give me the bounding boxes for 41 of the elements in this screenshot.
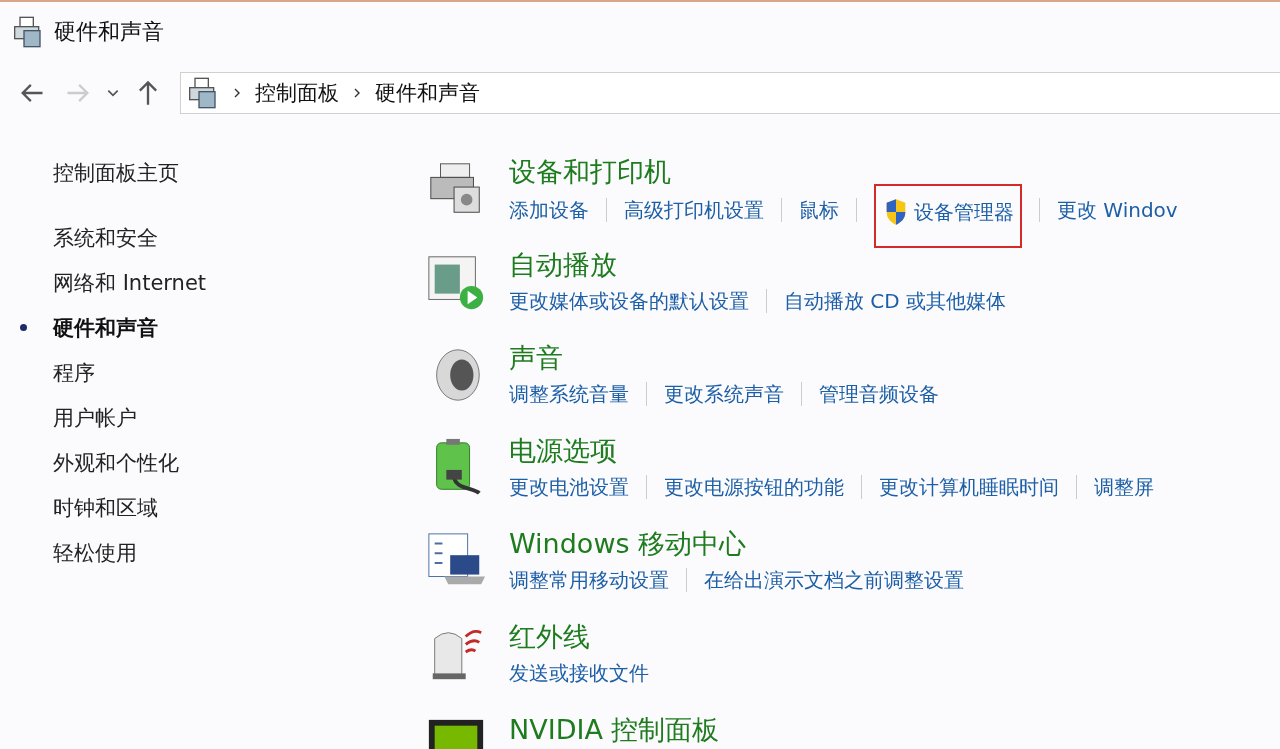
category-title[interactable]: Windows 移动中心: [509, 526, 964, 562]
category-link[interactable]: 更改媒体或设备的默认设置: [509, 285, 749, 317]
category-link[interactable]: 调整屏: [1094, 471, 1154, 503]
category-link[interactable]: 设备管理器: [914, 196, 1014, 228]
category-link[interactable]: 管理音频设备: [819, 378, 939, 410]
category-title[interactable]: 设备和打印机: [509, 154, 1178, 190]
sidebar-item[interactable]: 轻松使用: [53, 538, 137, 567]
category-link[interactable]: 鼠标: [799, 194, 839, 226]
sidebar-item[interactable]: 网络和 Internet: [53, 268, 207, 297]
category-link[interactable]: 调整系统音量: [509, 378, 629, 410]
sidebar-item[interactable]: 硬件和声音: [53, 313, 158, 342]
category-title[interactable]: 自动播放: [509, 247, 1007, 283]
category-link[interactable]: 在给出演示文档之前调整设置: [704, 564, 964, 596]
category-link[interactable]: 调整常用移动设置: [509, 564, 669, 596]
category-link[interactable]: 高级打印机设置: [624, 194, 764, 226]
category-link[interactable]: 发送或接收文件: [509, 657, 649, 689]
sidebar-item[interactable]: 程序: [53, 358, 95, 387]
category-link[interactable]: 更改电池设置: [509, 471, 629, 503]
breadcrumb-item[interactable]: 控制面板: [255, 79, 339, 107]
category-link[interactable]: 更改系统声音: [664, 378, 784, 410]
category-link[interactable]: 更改计算机睡眠时间: [879, 471, 1059, 503]
address-bar[interactable]: 控制面板 硬件和声音: [180, 72, 1280, 114]
sidebar-item[interactable]: 外观和个性化: [53, 448, 179, 477]
sidebar-item[interactable]: 系统和安全: [53, 223, 158, 252]
chevron-right-icon: [353, 87, 361, 99]
category-title[interactable]: 声音: [509, 340, 939, 376]
sidebar-item[interactable]: 时钟和区域: [53, 493, 158, 522]
window-title: 硬件和声音: [54, 18, 164, 46]
category-title[interactable]: NVIDIA 控制面板: [509, 712, 720, 748]
control-panel-icon: [187, 77, 219, 109]
sidebar-item[interactable]: 用户帐户: [53, 403, 137, 432]
category-title[interactable]: 电源选项: [509, 433, 1154, 469]
category-link[interactable]: 自动播放 CD 或其他媒体: [784, 285, 1007, 317]
category-title[interactable]: 红外线: [509, 619, 649, 655]
breadcrumb-item[interactable]: 硬件和声音: [375, 79, 480, 107]
sidebar-item[interactable]: 控制面板主页: [53, 158, 179, 187]
chevron-right-icon: [233, 87, 241, 99]
control-panel-icon: [12, 16, 44, 48]
category-link[interactable]: 添加设备: [509, 194, 589, 226]
category-link[interactable]: 更改电源按钮的功能: [664, 471, 844, 503]
category-link[interactable]: 更改 Windov: [1057, 194, 1178, 226]
